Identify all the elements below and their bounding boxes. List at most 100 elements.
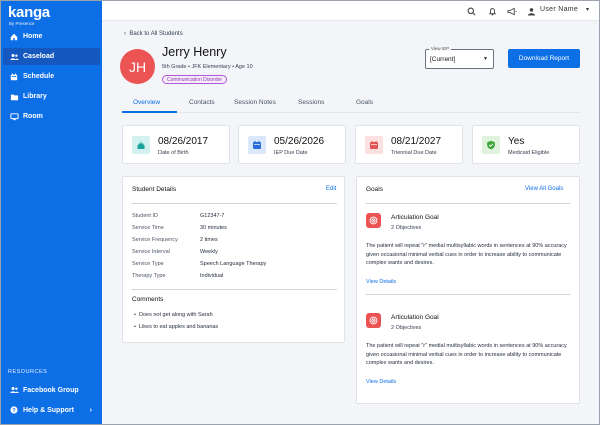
- stat-value: Yes: [508, 136, 525, 147]
- detail-label: Service Type: [132, 261, 164, 267]
- view-all-goals-link[interactable]: View All Goals: [525, 186, 563, 192]
- detail-value: Individual: [200, 273, 224, 279]
- shield-check-icon: [482, 136, 500, 154]
- view-iep-label: View IEP: [429, 46, 452, 51]
- comment-text: Likes to eat apples and bananas: [138, 324, 219, 330]
- goals-panel: Goals View All Goals Articulation Goal 2…: [356, 176, 580, 404]
- sidebar: kanga By Presence Home Caseload Schedule: [1, 1, 102, 424]
- cake-icon: [132, 136, 150, 154]
- chevron-left-icon: ‹: [124, 31, 126, 37]
- divider: [132, 203, 337, 204]
- stat-label: Medicaid Eligible: [508, 150, 550, 156]
- tab-goals[interactable]: Goals: [356, 99, 373, 106]
- detail-value: 2 times: [200, 237, 218, 243]
- detail-value: Weekly: [200, 249, 218, 255]
- search-icon[interactable]: [465, 5, 477, 17]
- chevron-right-icon: ›: [89, 406, 92, 414]
- sidebar-item-home[interactable]: Home: [3, 28, 100, 45]
- tab-sessions[interactable]: Sessions: [298, 99, 324, 106]
- target-icon: [366, 213, 381, 228]
- sidebar-item-help-support[interactable]: ? Help & Support ›: [3, 402, 100, 418]
- calendar-icon: [365, 136, 383, 154]
- home-icon: [8, 33, 20, 41]
- comment-item: • Does not get along with Sarah: [134, 312, 213, 318]
- student-avatar: JH: [120, 49, 155, 84]
- stat-label: IEP Due Date: [274, 150, 308, 156]
- user-avatar-icon[interactable]: [525, 5, 537, 17]
- divider: [366, 203, 570, 204]
- student-subline: 5th Grade • JFK Elementary • Age 10: [162, 64, 253, 70]
- student-name: Jerry Henry: [162, 45, 227, 59]
- detail-label: Therapy Type: [132, 273, 166, 279]
- chevron-down-icon[interactable]: ▾: [586, 6, 589, 13]
- back-link[interactable]: ‹ Back to All Students: [124, 31, 183, 37]
- sidebar-item-caseload[interactable]: Caseload: [3, 48, 100, 65]
- sidebar-item-label: Library: [23, 93, 47, 100]
- monitor-icon: [8, 112, 20, 121]
- brand-tagline: By Presence: [9, 21, 35, 26]
- calendar-icon: [248, 136, 266, 154]
- detail-value: 30 minutes: [200, 225, 227, 231]
- view-details-link[interactable]: View Details: [366, 379, 396, 385]
- user-name[interactable]: User Name: [540, 6, 578, 13]
- detail-value: G12347-7: [200, 213, 225, 219]
- stat-card-date-of-birth: 08/26/2017 Date of Birth: [122, 125, 230, 164]
- goal-title: Articulation Goal: [391, 314, 439, 321]
- sidebar-item-schedule[interactable]: Schedule: [3, 68, 100, 85]
- goal-objectives: 2 Objectives: [391, 225, 422, 231]
- disorder-badge: Communication Disorder: [162, 75, 228, 84]
- divider: [132, 289, 337, 290]
- svg-text:?: ?: [12, 408, 16, 414]
- stat-value: 05/26/2026: [274, 136, 325, 147]
- tab-contacts[interactable]: Contacts: [189, 99, 215, 106]
- sidebar-item-library[interactable]: Library: [3, 88, 100, 105]
- megaphone-icon[interactable]: [506, 5, 518, 17]
- folder-icon: [8, 93, 20, 101]
- tab-bar: Overview Contacts Session Notes Sessions…: [122, 91, 580, 113]
- brand-logo[interactable]: kanga By Presence: [8, 5, 50, 26]
- panel-title: Goals: [366, 186, 383, 193]
- panel-title: Student Details: [132, 186, 177, 193]
- sidebar-item-room[interactable]: Room: [3, 108, 100, 125]
- detail-label: Service Frequency: [132, 237, 178, 243]
- sidebar-nav: Home Caseload Schedule Library Room: [3, 28, 100, 128]
- stat-value: 08/21/2027: [391, 136, 442, 147]
- bell-icon[interactable]: [486, 5, 498, 17]
- tab-overview[interactable]: Overview: [133, 99, 160, 106]
- detail-value: Speech Language Therapy: [200, 261, 267, 267]
- sidebar-item-label: Caseload: [23, 53, 55, 60]
- people-icon: [8, 386, 20, 394]
- download-report-button[interactable]: Download Report: [508, 49, 580, 68]
- sidebar-item-label: Help & Support: [23, 406, 74, 414]
- stat-card-iep-due-date: 05/26/2026 IEP Due Date: [238, 125, 346, 164]
- chevron-down-icon: ▼: [483, 56, 488, 62]
- detail-label: Service Time: [132, 225, 164, 231]
- goal-description: The patient will repeat "r" medial multi…: [366, 343, 567, 367]
- tab-session-notes[interactable]: Session Notes: [234, 99, 276, 106]
- divider: [366, 294, 570, 295]
- stat-card-medicaid-eligible: Yes Medicaid Eligible: [472, 125, 580, 164]
- goal-title: Articulation Goal: [391, 214, 439, 221]
- sidebar-item-label: Facebook Group: [23, 386, 79, 394]
- view-iep-select[interactable]: View IEP [Current] ▼: [425, 46, 494, 69]
- comments-title: Comments: [132, 296, 164, 303]
- goal-objectives: 2 Objectives: [391, 325, 422, 331]
- top-bar: User Name ▾: [102, 1, 599, 21]
- comment-text: Does not get along with Sarah: [138, 312, 213, 318]
- stat-label: Triennial Due Date: [391, 150, 437, 156]
- detail-label: Service Interval: [132, 249, 170, 255]
- edit-details-link[interactable]: Edit: [326, 186, 336, 192]
- stat-value: 08/26/2017: [158, 136, 209, 147]
- sidebar-item-label: Home: [23, 33, 43, 40]
- active-tab-indicator: [122, 111, 177, 113]
- back-link-label: Back to All Students: [129, 31, 183, 37]
- help-icon: ?: [8, 406, 20, 414]
- stat-label: Date of Birth: [158, 150, 189, 156]
- sidebar-item-facebook-group[interactable]: Facebook Group: [3, 382, 100, 398]
- detail-label: Student ID: [132, 213, 158, 219]
- view-details-link[interactable]: View Details: [366, 279, 396, 285]
- calendar-icon: [8, 72, 20, 81]
- goal-description: The patient will repeat "r" medial multi…: [366, 243, 567, 267]
- people-icon: [8, 53, 20, 61]
- resources-heading: RESOURCES: [8, 369, 48, 375]
